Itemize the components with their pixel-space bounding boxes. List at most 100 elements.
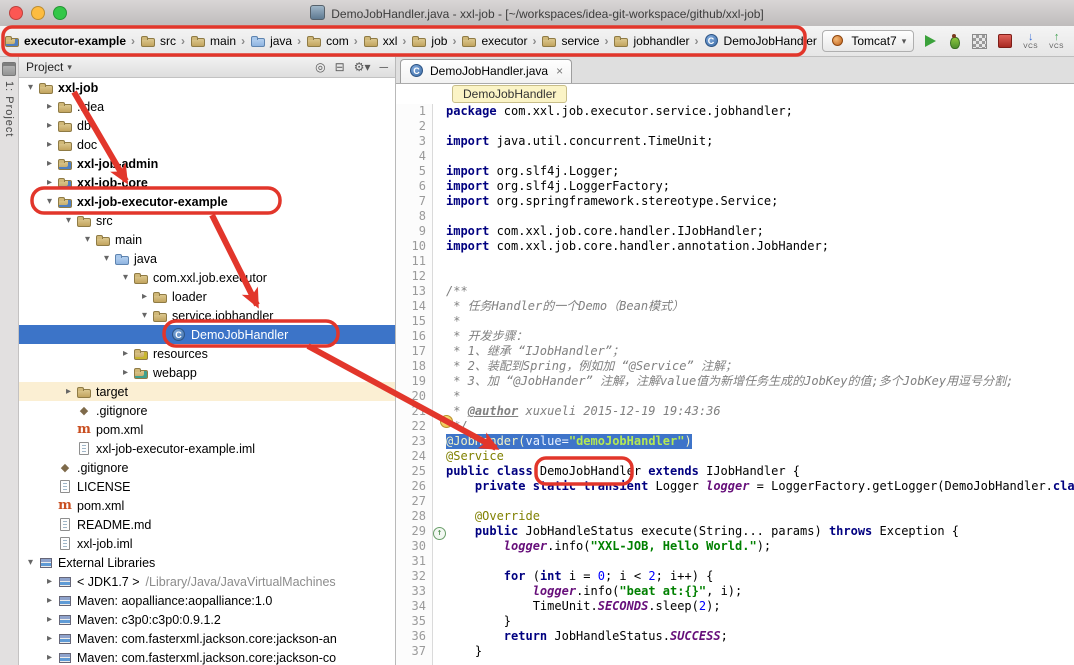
tree-caret[interactable]: ▸ bbox=[42, 633, 57, 644]
tree-item[interactable]: pom.xml bbox=[19, 496, 395, 515]
code-editor[interactable]: 1234567891011121314151617181920212223242… bbox=[396, 104, 1074, 665]
tree-caret[interactable]: ▸ bbox=[42, 101, 57, 112]
code-line[interactable]: /** bbox=[446, 284, 1074, 299]
tree-caret[interactable]: ▸ bbox=[42, 158, 57, 169]
code-line[interactable]: * 3、加 “@JobHander” 注解，注解value值为新增任务生成的Jo… bbox=[446, 374, 1074, 389]
scroll-from-source-button[interactable]: ◎ bbox=[315, 60, 325, 74]
run-button[interactable] bbox=[925, 35, 936, 47]
code-line[interactable]: @JobHander(value="demoJobHandler") bbox=[446, 434, 1074, 449]
code-line[interactable] bbox=[446, 209, 1074, 224]
tree-item[interactable]: ▾xxl-job-executor-example bbox=[19, 192, 395, 211]
code-line[interactable]: import org.slf4j.Logger; bbox=[446, 164, 1074, 179]
tree-caret[interactable]: ▸ bbox=[42, 120, 57, 131]
tree-caret[interactable]: ▸ bbox=[61, 386, 76, 397]
tree-item[interactable]: ▸db bbox=[19, 116, 395, 135]
tree-caret[interactable]: ▸ bbox=[42, 139, 57, 150]
tree-item[interactable]: xxl-job.iml bbox=[19, 534, 395, 553]
code-line[interactable] bbox=[446, 254, 1074, 269]
code-line[interactable]: @Service bbox=[446, 449, 1074, 464]
tree-item[interactable]: ▸Maven: aopalliance:aopalliance:1.0 bbox=[19, 591, 395, 610]
project-panel-title[interactable]: Project ▾ bbox=[26, 60, 72, 74]
tree-item[interactable]: ▾service.jobhandler bbox=[19, 306, 395, 325]
code-line[interactable]: logger.info("XXL-JOB, Hello World."); bbox=[446, 539, 1074, 554]
tree-caret[interactable]: ▾ bbox=[42, 196, 57, 207]
breadcrumb-item[interactable]: main bbox=[188, 33, 238, 49]
code-line[interactable]: */ bbox=[446, 419, 1074, 434]
tree-item[interactable]: ▾External Libraries bbox=[19, 553, 395, 572]
tree-item[interactable]: .gitignore bbox=[19, 458, 395, 477]
code-line[interactable]: import java.util.concurrent.TimeUnit; bbox=[446, 134, 1074, 149]
project-tool-window-button[interactable]: 1: Project bbox=[3, 81, 15, 137]
code-line[interactable]: import com.xxl.job.core.handler.annotati… bbox=[446, 239, 1074, 254]
tree-item[interactable]: ▾xxl-job bbox=[19, 78, 395, 97]
breadcrumb-item[interactable]: src bbox=[138, 33, 178, 49]
tree-caret[interactable]: ▸ bbox=[118, 348, 133, 359]
tree-item[interactable]: ▾com.xxl.job.executor bbox=[19, 268, 395, 287]
code-line[interactable]: import com.xxl.job.core.handler.IJobHand… bbox=[446, 224, 1074, 239]
tree-item[interactable]: README.md bbox=[19, 515, 395, 534]
tree-item[interactable]: ▸doc bbox=[19, 135, 395, 154]
tree-caret[interactable]: ▸ bbox=[118, 367, 133, 378]
breadcrumb-item[interactable]: executor-example bbox=[2, 33, 128, 49]
breadcrumb-item[interactable]: job bbox=[409, 33, 449, 49]
tree-item[interactable]: ▸loader bbox=[19, 287, 395, 306]
tree-item[interactable]: ▾main bbox=[19, 230, 395, 249]
tree-caret[interactable]: ▾ bbox=[80, 234, 95, 245]
breadcrumb-item[interactable]: com bbox=[304, 33, 351, 49]
breadcrumb-item[interactable]: service bbox=[539, 33, 601, 49]
tree-item[interactable]: ▸Maven: c3p0:c3p0:0.9.1.2 bbox=[19, 610, 395, 629]
tree-item[interactable]: xxl-job-executor-example.iml bbox=[19, 439, 395, 458]
tree-caret[interactable]: ▸ bbox=[42, 576, 57, 587]
code-line[interactable]: * bbox=[446, 314, 1074, 329]
tree-caret[interactable]: ▸ bbox=[42, 177, 57, 188]
tree-item[interactable]: ▸.idea bbox=[19, 97, 395, 116]
tree-caret[interactable]: ▸ bbox=[42, 595, 57, 606]
breadcrumb-item[interactable]: jobhandler bbox=[611, 33, 691, 49]
tree-caret[interactable]: ▾ bbox=[99, 253, 114, 264]
editor-breadcrumb-chip[interactable]: DemoJobHandler bbox=[452, 85, 567, 103]
code-line[interactable]: public class DemoJobHandler extends IJob… bbox=[446, 464, 1074, 479]
tree-caret[interactable]: ▾ bbox=[137, 310, 152, 321]
code-line[interactable]: @Override bbox=[446, 509, 1074, 524]
tree-caret[interactable]: ▾ bbox=[23, 557, 38, 568]
breadcrumb-item[interactable]: java bbox=[248, 33, 294, 49]
hide-panel-button[interactable]: ─ bbox=[379, 60, 388, 74]
breadcrumb-item[interactable]: executor bbox=[459, 33, 529, 49]
run-configuration-select[interactable]: Tomcat7 ▾ bbox=[822, 30, 914, 52]
vcs-commit-button[interactable]: ↑ VCS bbox=[1049, 32, 1064, 51]
tree-item[interactable]: ▾java bbox=[19, 249, 395, 268]
tree-caret[interactable]: ▸ bbox=[137, 291, 152, 302]
tree-item[interactable]: ▸Maven: com.fasterxml.jackson.core:jacks… bbox=[19, 648, 395, 665]
code-line[interactable]: import org.slf4j.LoggerFactory; bbox=[446, 179, 1074, 194]
tree-item[interactable]: ▸resources bbox=[19, 344, 395, 363]
tree-item[interactable]: ▸xxl-job-core bbox=[19, 173, 395, 192]
code-line[interactable]: for (int i = 0; i < 2; i++) { bbox=[446, 569, 1074, 584]
code-line[interactable] bbox=[446, 494, 1074, 509]
code-line[interactable]: * 开发步骤： bbox=[446, 329, 1074, 344]
editor-tab[interactable]: DemoJobHandler.java × bbox=[400, 59, 572, 83]
code-line[interactable]: * 任务Handler的一个Demo（Bean模式） bbox=[446, 299, 1074, 314]
tree-item[interactable]: ▸< JDK1.7 >/Library/Java/JavaVirtualMach… bbox=[19, 572, 395, 591]
code-line[interactable]: private static transient Logger logger =… bbox=[446, 479, 1074, 494]
code-line[interactable]: return JobHandleStatus.SUCCESS; bbox=[446, 629, 1074, 644]
tree-item[interactable]: .gitignore bbox=[19, 401, 395, 420]
tree-item[interactable]: ▸Maven: com.fasterxml.jackson.core:jacks… bbox=[19, 629, 395, 648]
code-line[interactable]: package com.xxl.job.executor.service.job… bbox=[446, 104, 1074, 119]
tree-caret[interactable]: ▸ bbox=[42, 614, 57, 625]
code-line[interactable]: * 1、继承 “IJobHandler”； bbox=[446, 344, 1074, 359]
code-line[interactable] bbox=[446, 554, 1074, 569]
stop-button[interactable] bbox=[998, 34, 1012, 48]
code-line[interactable]: import org.springframework.stereotype.Se… bbox=[446, 194, 1074, 209]
code-line[interactable]: * 2、装配到Spring，例如加 “@Service” 注解； bbox=[446, 359, 1074, 374]
tree-item[interactable]: DemoJobHandler bbox=[19, 325, 395, 344]
code-line[interactable]: * @author xuxueli 2015-12-19 19:43:36 bbox=[446, 404, 1074, 419]
tree-item[interactable]: LICENSE bbox=[19, 477, 395, 496]
code-line[interactable]: TimeUnit.SECONDS.sleep(2); bbox=[446, 599, 1074, 614]
settings-gear-button[interactable]: ⚙▾ bbox=[354, 60, 371, 74]
tree-item[interactable]: pom.xml bbox=[19, 420, 395, 439]
code-line[interactable]: logger.info("beat at:{}", i); bbox=[446, 584, 1074, 599]
code-line[interactable]: * bbox=[446, 389, 1074, 404]
tree-item[interactable]: ▾src bbox=[19, 211, 395, 230]
code-line[interactable] bbox=[446, 149, 1074, 164]
tree-item[interactable]: ▸webapp bbox=[19, 363, 395, 382]
